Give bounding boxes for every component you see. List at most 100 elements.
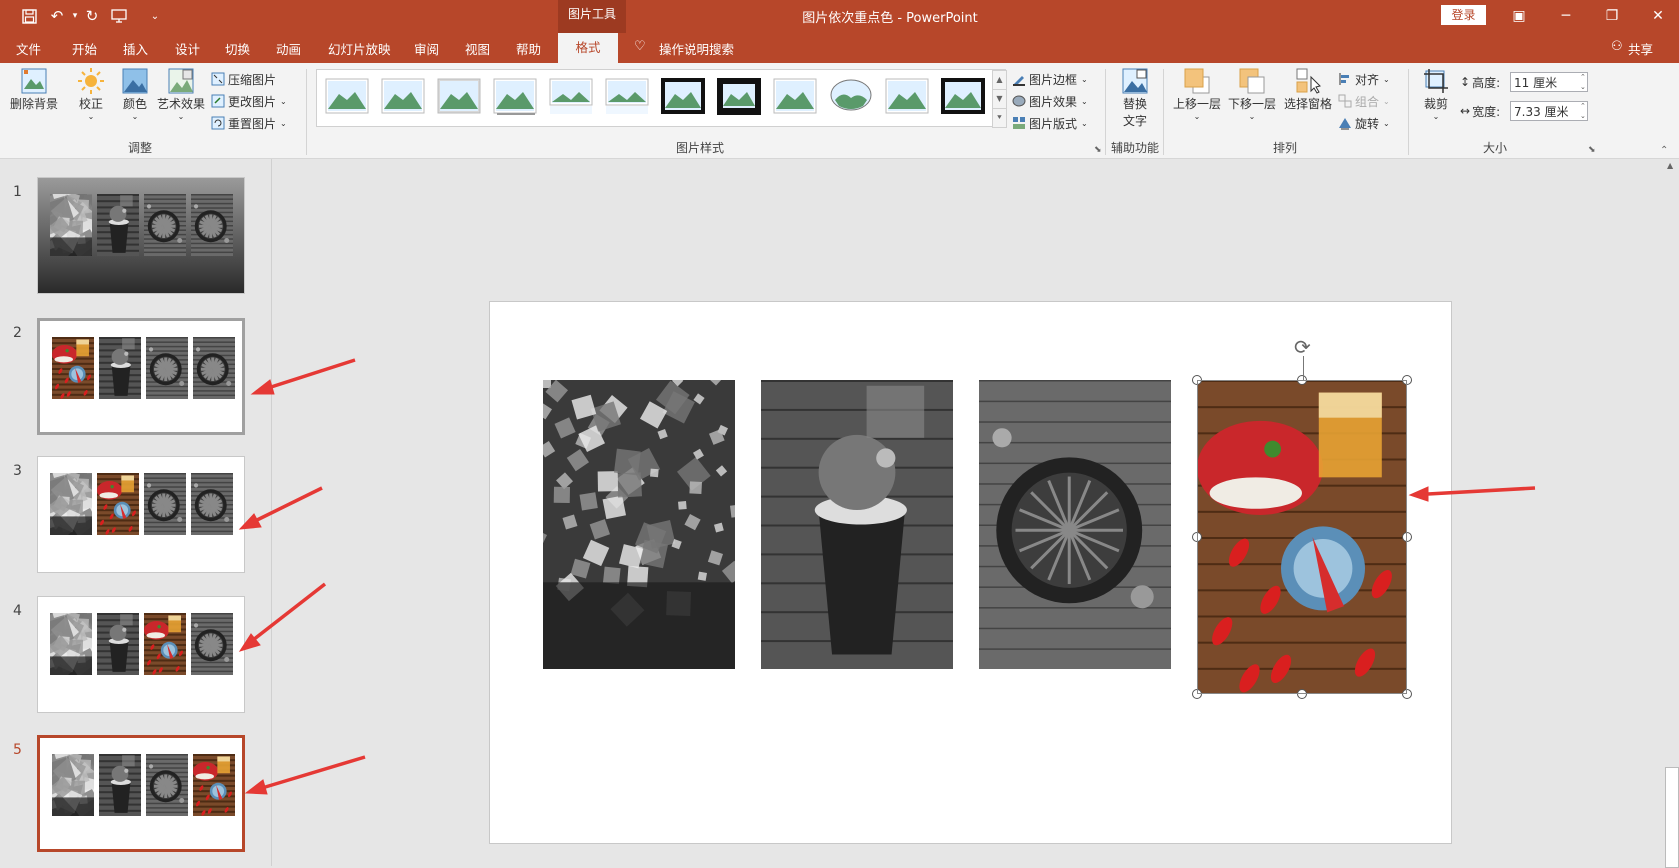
corrections-button[interactable]: 校正 ⌄ (74, 67, 108, 121)
width-input[interactable]: 7.33 厘米 (1510, 101, 1588, 121)
picture-style-option[interactable] (716, 77, 762, 116)
picture-style-option[interactable] (885, 78, 929, 116)
tab-design[interactable]: 设计 (175, 39, 200, 58)
send-backward-button[interactable]: 下移一层 ⌄ (1227, 67, 1277, 121)
minimize-icon[interactable]: ─ (1543, 0, 1589, 32)
redo-icon[interactable]: ↻ (81, 6, 103, 26)
corrections-label: 校正 (78, 97, 103, 111)
gallery-scroll-up-icon[interactable]: ▲ (992, 70, 1007, 90)
picture-layout-label: 图片版式 (1029, 116, 1078, 131)
slide-canvas[interactable]: ⟳ (489, 301, 1452, 844)
picture-style-option[interactable] (437, 78, 481, 116)
picture-effects-dropdown-icon: ⌄ (1081, 96, 1088, 106)
artistic-effects-button[interactable]: 艺术效果 ⌄ (155, 67, 207, 121)
artistic-effects-label: 艺术效果 (156, 97, 205, 111)
tab-help[interactable]: 帮助 (516, 39, 541, 58)
tab-slideshow[interactable]: 幻灯片放映 (328, 39, 391, 58)
resize-handle[interactable] (1297, 375, 1307, 385)
thumbnail-picture (99, 754, 141, 816)
close-icon[interactable]: ✕ (1635, 0, 1679, 32)
tab-format[interactable]: 格式 (558, 33, 618, 63)
slide-thumbnail-4[interactable] (37, 596, 245, 713)
picture-crayfish-ice-grayscale[interactable] (543, 380, 735, 669)
ribbon-display-options-icon[interactable]: ▣ (1496, 0, 1542, 32)
tab-insert[interactable]: 插入 (123, 39, 148, 58)
thumbnail-picture (52, 337, 94, 399)
resize-handle[interactable] (1192, 689, 1202, 699)
picture-effects-button[interactable]: 图片效果 ⌄ (1012, 91, 1088, 111)
height-spinner-icon[interactable]: ⌃ ⌄ (1580, 72, 1586, 92)
color-button[interactable]: 颜色 ⌄ (118, 67, 152, 121)
width-spinner-icon[interactable]: ⌃ ⌄ (1580, 101, 1586, 121)
tab-transitions[interactable]: 切换 (225, 39, 250, 58)
picture-style-option[interactable] (549, 78, 593, 116)
group-objects-button[interactable]: 组合 ⌄ (1338, 91, 1390, 111)
customize-qat-icon[interactable]: ⌄ (144, 6, 166, 26)
picture-style-option[interactable] (605, 78, 649, 116)
picture-style-option[interactable] (381, 78, 425, 116)
send-backward-dropdown-icon: ⌄ (1248, 112, 1256, 121)
resize-handle[interactable] (1192, 375, 1202, 385)
alt-text-button[interactable]: 替换 文字 (1115, 67, 1155, 129)
picture-style-option[interactable] (325, 78, 369, 116)
tab-file[interactable]: 文件 (16, 39, 41, 58)
ribbon: 删除背景 校正 ⌄ 颜色 ⌄ 艺术效果 ⌄ 压缩图片 更改图片 ⌄ 重置图片 ⌄… (0, 63, 1679, 159)
crop-button[interactable]: 裁剪 ⌄ (1418, 67, 1454, 121)
picture-crayfish-plate-grayscale[interactable] (979, 380, 1171, 669)
width-icon: ↔ (1460, 104, 1471, 118)
tab-review[interactable]: 审阅 (414, 39, 439, 58)
tab-home[interactable]: 开始 (72, 39, 97, 58)
reset-picture-button[interactable]: 重置图片 ⌄ (211, 113, 287, 133)
thumbnail-picture (99, 337, 141, 399)
tab-view[interactable]: 视图 (465, 39, 490, 58)
share-button[interactable]: 共享 (1628, 39, 1653, 58)
tab-animations[interactable]: 动画 (276, 39, 301, 58)
picture-crayfish-bucket-grayscale[interactable] (761, 380, 953, 669)
artistic-effects-dropdown-icon: ⌄ (177, 112, 185, 121)
picture-crayfish-color-selected[interactable] (1197, 380, 1407, 694)
scrollbar-thumb[interactable] (1665, 767, 1679, 868)
resize-handle[interactable] (1402, 532, 1412, 542)
height-input[interactable]: 11 厘米 (1510, 72, 1588, 92)
picture-layout-button[interactable]: 图片版式 ⌄ (1012, 113, 1088, 133)
picture-style-option[interactable] (661, 78, 705, 116)
tell-me-search[interactable]: 操作说明搜索 (659, 39, 734, 58)
slide-thumbnail-3[interactable] (37, 456, 245, 573)
slide-thumbnail-2[interactable] (37, 318, 245, 435)
thumbnail-picture (144, 194, 186, 256)
resize-handle[interactable] (1192, 532, 1202, 542)
picture-style-option[interactable] (829, 78, 873, 116)
picture-border-button[interactable]: 图片边框 ⌄ (1012, 69, 1088, 89)
save-icon[interactable] (18, 6, 40, 26)
slideshow-from-start-icon[interactable] (108, 6, 130, 26)
resize-handle[interactable] (1402, 375, 1412, 385)
picture-style-option[interactable] (493, 78, 537, 116)
picture-style-option[interactable] (773, 78, 817, 116)
restore-icon[interactable]: ❐ (1589, 0, 1635, 32)
slide-thumbnail-1[interactable] (37, 177, 245, 294)
picture-layout-icon (1013, 117, 1025, 129)
size-dialog-launcher-icon[interactable]: ⬊ (1588, 145, 1596, 155)
gallery-scroll-down-icon[interactable]: ▼ (992, 89, 1007, 109)
compress-pictures-button[interactable]: 压缩图片 (211, 69, 276, 89)
width-label-text: 宽度: (1472, 104, 1501, 119)
slide-number: 3 (13, 463, 22, 479)
vertical-scrollbar[interactable]: ▲ (1664, 159, 1679, 868)
bring-forward-button[interactable]: 上移一层 ⌄ (1172, 67, 1222, 121)
gallery-more-icon[interactable]: ⯆ (992, 108, 1007, 128)
remove-background-button[interactable]: 删除背景 (8, 67, 60, 112)
collapse-ribbon-icon[interactable]: ⌃ (1660, 145, 1668, 156)
picture-style-option[interactable] (941, 78, 985, 116)
rotate-button[interactable]: 旋转 ⌄ (1338, 113, 1390, 133)
change-picture-label: 更改图片 (228, 94, 277, 109)
login-button[interactable]: 登录 (1441, 5, 1486, 25)
selection-pane-button[interactable]: 选择窗格 (1282, 67, 1334, 112)
resize-handle[interactable] (1297, 689, 1307, 699)
picture-styles-dialog-launcher-icon[interactable]: ⬊ (1094, 145, 1102, 155)
resize-handle[interactable] (1402, 689, 1412, 699)
share-person-icon[interactable]: ⚇ (1611, 39, 1623, 54)
align-button[interactable]: 对齐 ⌄ (1338, 69, 1390, 89)
scroll-up-icon[interactable]: ▲ (1667, 161, 1673, 170)
slide-thumbnail-5[interactable] (37, 735, 245, 852)
change-picture-button[interactable]: 更改图片 ⌄ (211, 91, 287, 111)
